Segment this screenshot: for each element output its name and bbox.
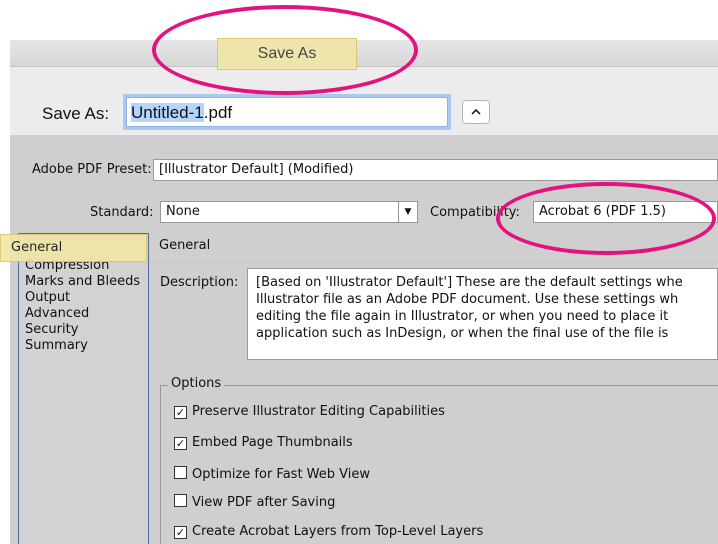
- standard-value: None: [166, 204, 200, 219]
- checkbox-checked[interactable]: ✓: [174, 526, 187, 539]
- section-title: General: [159, 238, 211, 253]
- nav-item-general-label: General: [11, 240, 63, 255]
- preset-value: [Illustrator Default] (Modified): [159, 162, 354, 177]
- filename-extension: .pdf: [203, 103, 233, 122]
- description-line: editing the file again in Illustrator, o…: [256, 309, 669, 324]
- chevron-up-icon: [471, 108, 481, 115]
- description-line: Illustrator file as an Adobe PDF documen…: [256, 292, 679, 307]
- nav-item-advanced[interactable]: Advanced: [25, 306, 89, 321]
- option-embed-thumbnails[interactable]: ✓ Embed Page Thumbnails: [174, 435, 353, 450]
- description-line: application such as InDesign, or when th…: [256, 326, 669, 341]
- option-label: Create Acrobat Layers from Top-Level Lay…: [192, 524, 484, 539]
- checkbox-checked[interactable]: ✓: [174, 437, 187, 450]
- section-header: [153, 234, 718, 263]
- nav-item-output[interactable]: Output: [25, 290, 70, 305]
- option-acrobat-layers[interactable]: ✓ Create Acrobat Layers from Top-Level La…: [174, 524, 483, 539]
- compatibility-select[interactable]: Acrobat 6 (PDF 1.5): [533, 201, 718, 223]
- option-label: Optimize for Fast Web View: [192, 467, 371, 482]
- sheet-title: Save As: [217, 38, 357, 70]
- checkbox-checked[interactable]: ✓: [174, 406, 187, 419]
- title-bar: [10, 40, 718, 67]
- compatibility-value: Acrobat 6 (PDF 1.5): [539, 204, 666, 219]
- checkbox-unchecked[interactable]: [174, 466, 187, 479]
- nav-item-general[interactable]: General: [0, 234, 147, 262]
- preset-label: Adobe PDF Preset:: [32, 162, 152, 177]
- filename-input[interactable]: Untitled-1.pdf: [126, 97, 448, 127]
- category-list: Compression Marks and Bleeds Output Adva…: [18, 233, 149, 544]
- nav-item-marks-and-bleeds[interactable]: Marks and Bleeds: [25, 274, 140, 289]
- checkbox-unchecked[interactable]: [174, 494, 187, 507]
- expand-button[interactable]: [462, 100, 490, 124]
- pdf-options-dialog: Adobe PDF Preset: [Illustrator Default] …: [0, 135, 718, 544]
- nav-item-summary[interactable]: Summary: [25, 338, 88, 353]
- chevron-down-icon: ▼: [398, 202, 417, 222]
- options-legend: Options: [168, 376, 225, 391]
- option-label: Preserve Illustrator Editing Capabilitie…: [192, 404, 445, 419]
- option-label: View PDF after Saving: [192, 495, 336, 510]
- preset-select[interactable]: [Illustrator Default] (Modified): [153, 159, 718, 181]
- standard-select[interactable]: None ▼: [160, 201, 418, 223]
- save-as-label: Save As:: [42, 104, 110, 123]
- option-view-after-saving[interactable]: View PDF after Saving: [174, 494, 335, 510]
- standard-label: Standard:: [90, 205, 154, 220]
- description-text: [Based on 'Illustrator Default'] These a…: [247, 268, 718, 360]
- description-label: Description:: [160, 275, 239, 290]
- save-as-sheet: Save As Save As: Untitled-1.pdf: [10, 38, 718, 135]
- filename-selected-text: Untitled-1: [131, 103, 204, 122]
- description-line: [Based on 'Illustrator Default'] These a…: [256, 275, 683, 290]
- option-label: Embed Page Thumbnails: [192, 435, 353, 450]
- nav-item-security[interactable]: Security: [25, 322, 78, 337]
- option-fast-web-view[interactable]: Optimize for Fast Web View: [174, 466, 370, 482]
- option-preserve-editing[interactable]: ✓ Preserve Illustrator Editing Capabiliti…: [174, 404, 445, 419]
- compatibility-label: Compatibility:: [430, 205, 520, 220]
